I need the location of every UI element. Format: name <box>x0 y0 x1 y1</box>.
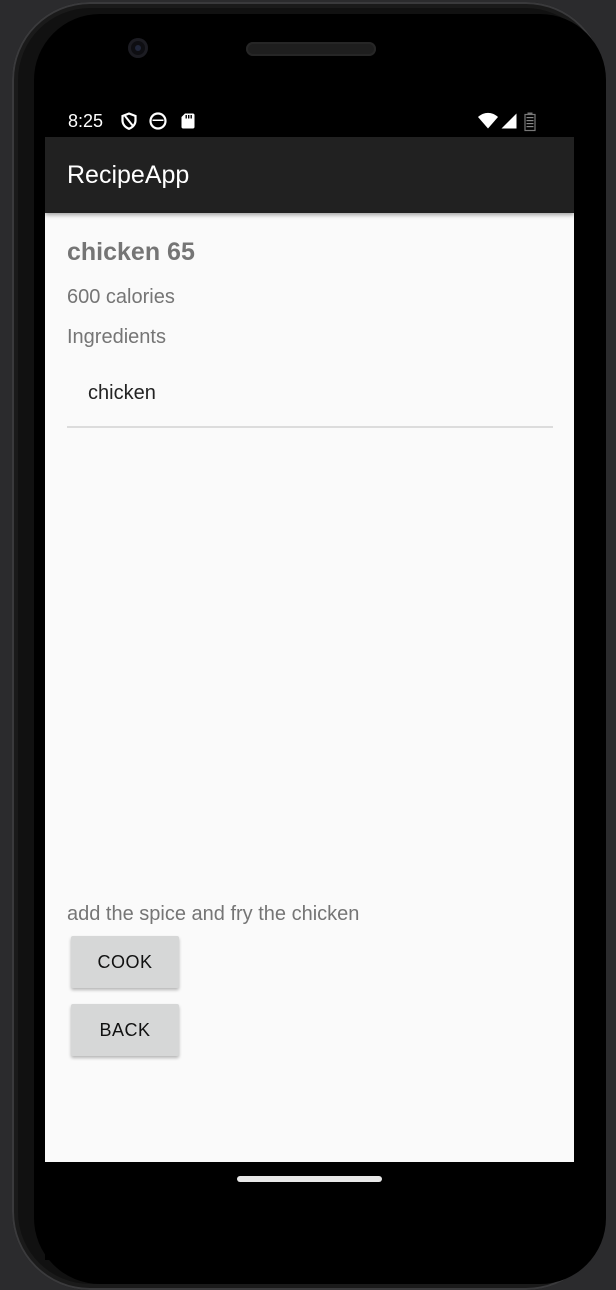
navigation-bar <box>45 1162 574 1260</box>
recipe-calories: 600 calories <box>67 286 175 308</box>
ingredients-heading: Ingredients <box>67 326 166 348</box>
earpiece-speaker <box>246 42 376 56</box>
cook-button[interactable]: COOK <box>71 936 179 988</box>
back-button[interactable]: BACK <box>71 1004 179 1056</box>
recipe-instructions: add the spice and fry the chicken <box>67 903 360 925</box>
home-gesture-handle[interactable] <box>237 1176 382 1182</box>
ingredient-name: chicken <box>88 382 156 404</box>
ingredient-list-item[interactable]: chicken <box>67 364 553 428</box>
front-camera <box>128 38 148 58</box>
recipe-title: chicken 65 <box>67 238 195 266</box>
recipe-detail-content: chicken 65 600 calories Ingredients chic… <box>45 102 574 1162</box>
